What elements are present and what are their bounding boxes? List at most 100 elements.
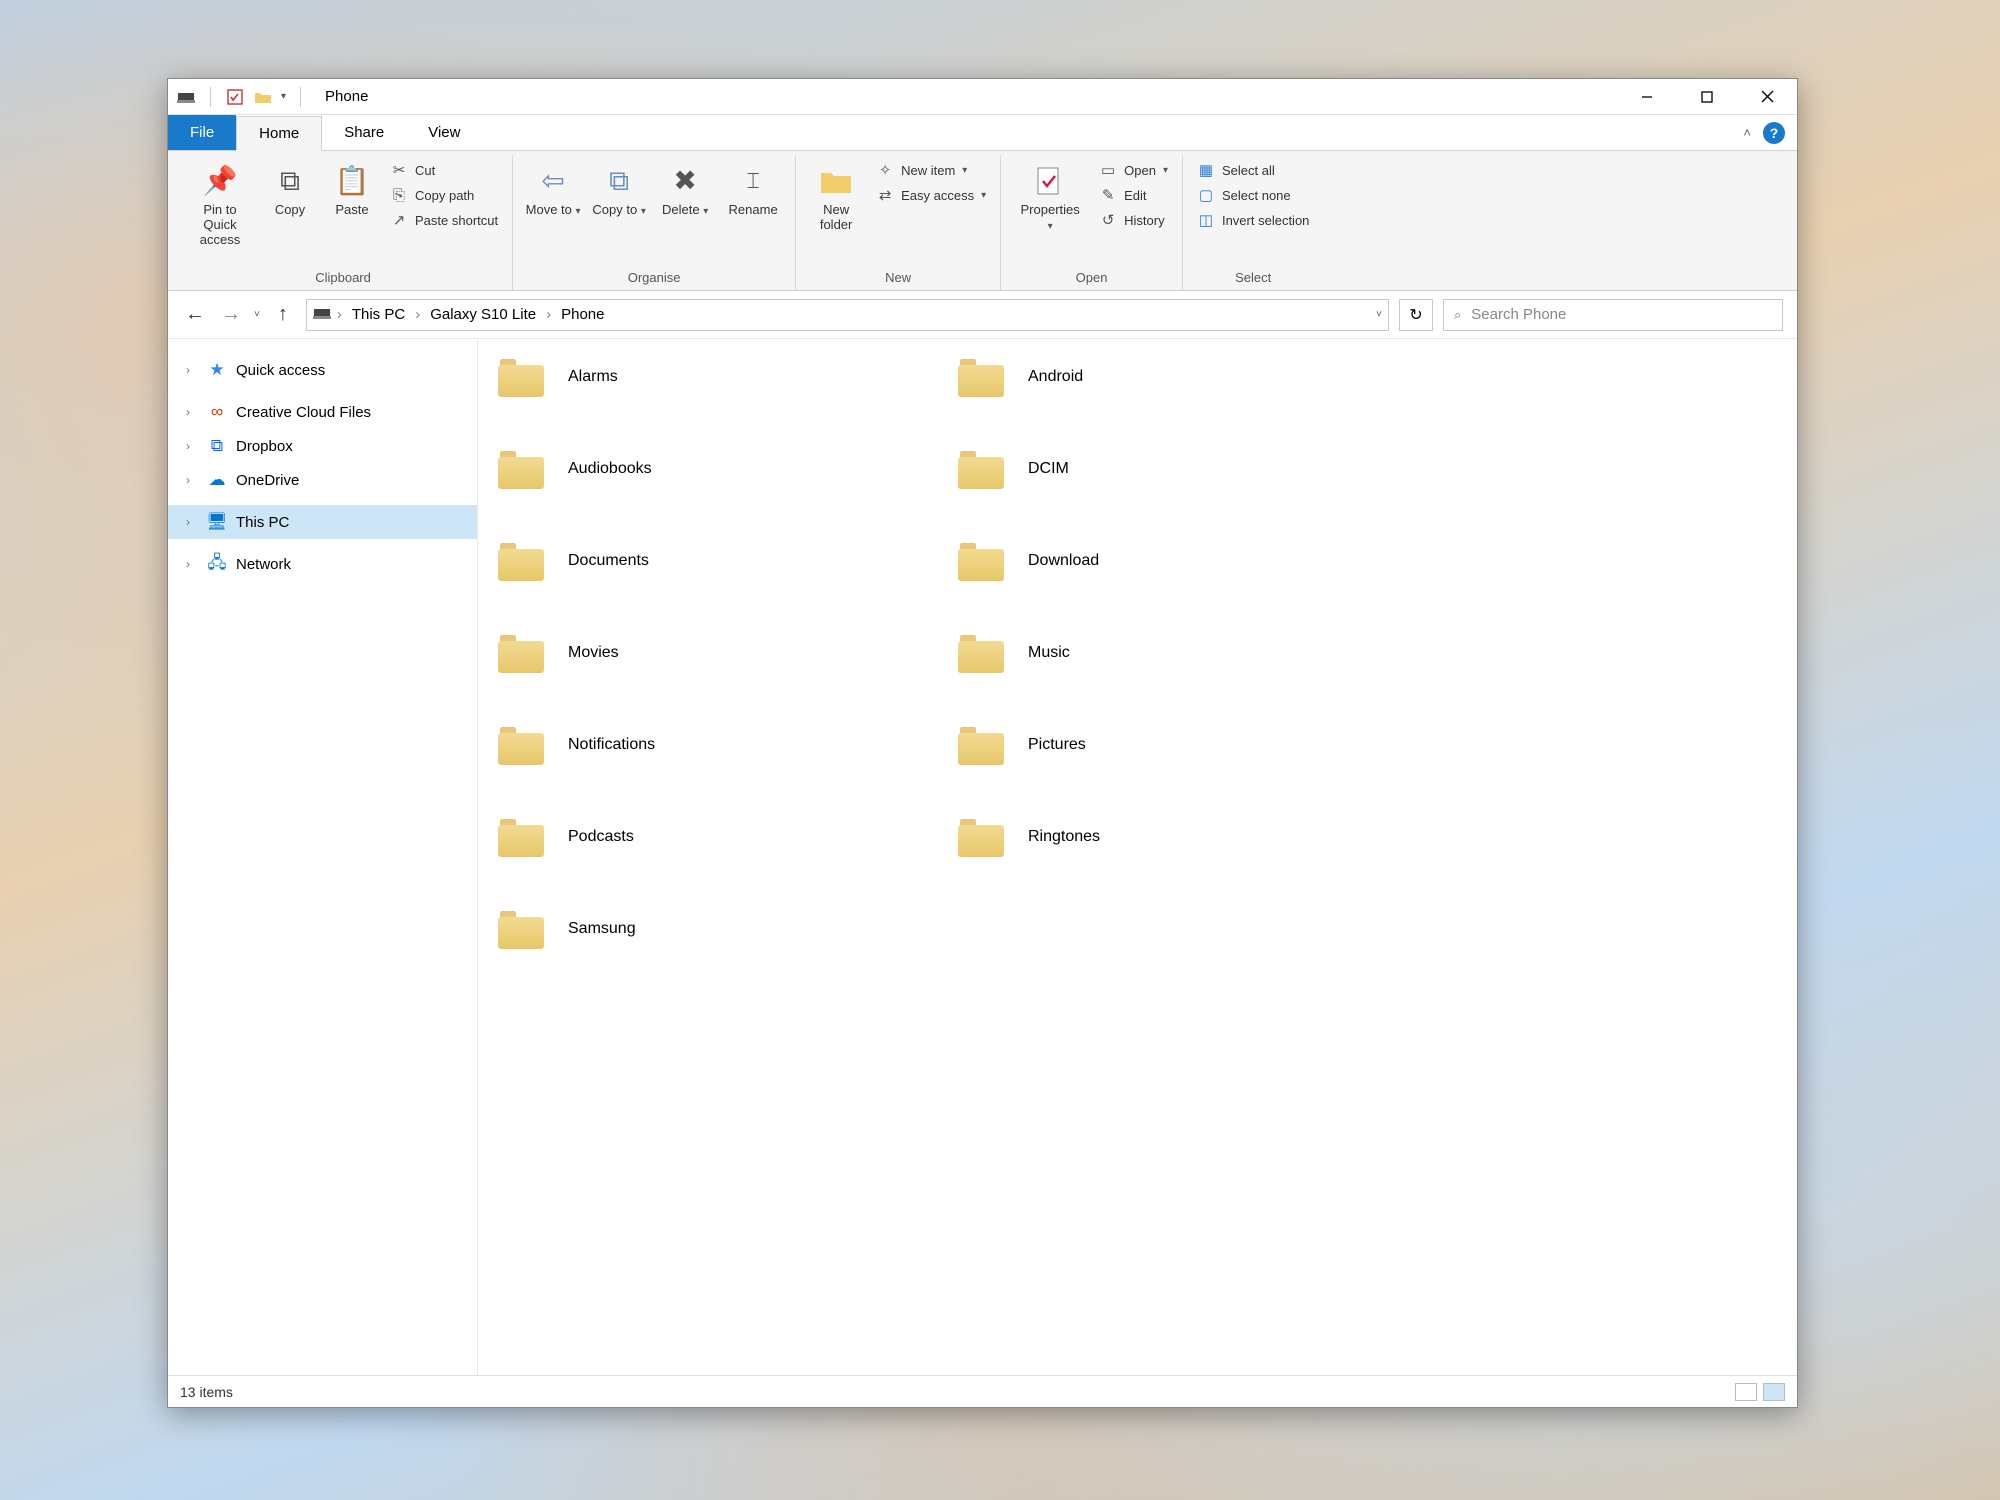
folder-name: Podcasts — [568, 828, 634, 846]
edit-button[interactable]: ✎Edit — [1095, 184, 1172, 206]
select-none-button[interactable]: ▢Select none — [1193, 184, 1313, 206]
window-title: Phone — [325, 88, 368, 105]
select-all-button[interactable]: ▦Select all — [1193, 159, 1313, 181]
paste-shortcut-button[interactable]: ↗Paste shortcut — [386, 209, 502, 231]
paste-button[interactable]: 📋 Paste — [324, 159, 380, 222]
history-icon: ↺ — [1099, 211, 1117, 229]
tab-share[interactable]: Share — [322, 115, 406, 150]
properties-icon — [1032, 163, 1068, 199]
minimize-button[interactable] — [1617, 79, 1677, 115]
select-all-icon: ▦ — [1197, 161, 1215, 179]
copy-button[interactable]: ⧉ Copy — [262, 159, 318, 222]
group-label: Open — [1011, 267, 1172, 290]
rename-icon: ⌶ — [735, 163, 771, 199]
folder-grid: Alarms Android Audiobooks DCIM Documents… — [498, 357, 1777, 949]
sidebar-label: OneDrive — [236, 472, 299, 489]
content-pane[interactable]: Alarms Android Audiobooks DCIM Documents… — [478, 339, 1797, 1375]
sidebar-label: Network — [236, 556, 291, 573]
label: Copy — [275, 203, 305, 218]
open-button[interactable]: ▭Open ▾ — [1095, 159, 1172, 181]
folder-item[interactable]: Movies — [498, 633, 938, 673]
forward-button[interactable]: → — [218, 303, 244, 326]
address-dropdown-icon[interactable]: ˅ — [1376, 309, 1382, 320]
maximize-button[interactable] — [1677, 79, 1737, 115]
folder-qat-icon[interactable] — [253, 89, 273, 105]
tab-file[interactable]: File — [168, 115, 236, 150]
folder-item[interactable]: Documents — [498, 541, 938, 581]
large-icons-view-button[interactable] — [1763, 1383, 1785, 1401]
sidebar-item-onedrive[interactable]: › ☁ OneDrive — [168, 463, 477, 497]
folder-icon — [498, 725, 544, 765]
sidebar-item-quick-access[interactable]: › ★ Quick access — [168, 353, 477, 387]
folder-item[interactable]: Android — [958, 357, 1398, 397]
chevron-right-icon[interactable]: › — [186, 557, 198, 571]
chevron-right-icon[interactable]: › — [335, 306, 344, 323]
paste-icon: 📋 — [334, 163, 370, 199]
back-button[interactable]: ← — [182, 303, 208, 326]
chevron-right-icon[interactable]: › — [186, 473, 198, 487]
sidebar-item-network[interactable]: › 🖧 Network — [168, 547, 477, 581]
chevron-right-icon[interactable]: › — [544, 306, 553, 323]
folder-item[interactable]: Notifications — [498, 725, 938, 765]
pin-to-quick-access-button[interactable]: 📌 Pin to Quick access — [184, 159, 256, 252]
easy-access-button[interactable]: ⇄Easy access ▾ — [872, 184, 990, 206]
move-icon: ⇦ — [535, 163, 571, 199]
history-button[interactable]: ↺History — [1095, 209, 1172, 231]
search-input[interactable] — [1471, 306, 1772, 323]
sidebar-icon: ★ — [206, 360, 228, 380]
breadcrumb-item[interactable]: Phone — [557, 306, 608, 323]
details-view-button[interactable] — [1735, 1383, 1757, 1401]
close-button[interactable] — [1737, 79, 1797, 115]
label: New folder — [808, 203, 864, 233]
explorer-window: ▾ Phone File Home Share View ˄ ? 📌 Pin t… — [167, 78, 1798, 1408]
label: Pin to Quick access — [186, 203, 254, 248]
properties-qat-icon[interactable] — [225, 89, 245, 105]
refresh-button[interactable]: ↻ — [1399, 299, 1433, 331]
new-item-button[interactable]: ✧New item ▾ — [872, 159, 990, 181]
titlebar: ▾ Phone — [168, 79, 1797, 115]
tab-home[interactable]: Home — [236, 116, 322, 151]
collapse-ribbon-icon[interactable]: ˄ — [1743, 125, 1751, 140]
folder-item[interactable]: Samsung — [498, 909, 938, 949]
search-box[interactable]: ⌕ — [1443, 299, 1783, 331]
copy-to-icon: ⧉ — [601, 163, 637, 199]
folder-item[interactable]: DCIM — [958, 449, 1398, 489]
chevron-right-icon[interactable]: › — [186, 439, 198, 453]
up-button[interactable]: ↑ — [270, 303, 296, 326]
folder-item[interactable]: Download — [958, 541, 1398, 581]
properties-button[interactable]: Properties▾ — [1011, 159, 1089, 237]
folder-item[interactable]: Alarms — [498, 357, 938, 397]
folder-item[interactable]: Audiobooks — [498, 449, 938, 489]
group-select: ▦Select all ▢Select none ◫Invert selecti… — [1183, 155, 1323, 290]
sidebar-item-creative-cloud-files[interactable]: › ∞ Creative Cloud Files — [168, 395, 477, 429]
address-bar[interactable]: › This PC › Galaxy S10 Lite › Phone ˅ — [306, 299, 1389, 331]
recent-locations-button[interactable]: ˅ — [254, 309, 260, 320]
cut-button[interactable]: ✂Cut — [386, 159, 502, 181]
folder-item[interactable]: Ringtones — [958, 817, 1398, 857]
delete-button[interactable]: ✖ Delete ▾ — [655, 159, 715, 222]
label: Copy to ▾ — [592, 203, 645, 218]
copy-path-button[interactable]: ⎘Copy path — [386, 184, 502, 206]
breadcrumb-item[interactable]: This PC — [348, 306, 409, 323]
folder-item[interactable]: Podcasts — [498, 817, 938, 857]
chevron-right-icon[interactable]: › — [186, 405, 198, 419]
invert-selection-button[interactable]: ◫Invert selection — [1193, 209, 1313, 231]
tab-view[interactable]: View — [406, 115, 482, 150]
new-folder-button[interactable]: New folder — [806, 159, 866, 237]
copy-to-button[interactable]: ⧉ Copy to ▾ — [589, 159, 649, 222]
folder-item[interactable]: Pictures — [958, 725, 1398, 765]
label: Paste shortcut — [415, 213, 498, 228]
chevron-right-icon[interactable]: › — [413, 306, 422, 323]
label: Edit — [1124, 188, 1146, 203]
breadcrumb-item[interactable]: Galaxy S10 Lite — [426, 306, 540, 323]
label: Move to ▾ — [526, 203, 581, 218]
help-icon[interactable]: ? — [1763, 122, 1785, 144]
move-to-button[interactable]: ⇦ Move to ▾ — [523, 159, 583, 222]
qat-dropdown-icon[interactable]: ▾ — [281, 91, 286, 102]
folder-item[interactable]: Music — [958, 633, 1398, 673]
rename-button[interactable]: ⌶ Rename — [721, 159, 785, 222]
chevron-right-icon[interactable]: › — [186, 363, 198, 377]
chevron-right-icon[interactable]: › — [186, 515, 198, 529]
sidebar-item-dropbox[interactable]: › ⧉ Dropbox — [168, 429, 477, 463]
sidebar-item-this-pc[interactable]: › 🖥 This PC — [168, 505, 477, 539]
